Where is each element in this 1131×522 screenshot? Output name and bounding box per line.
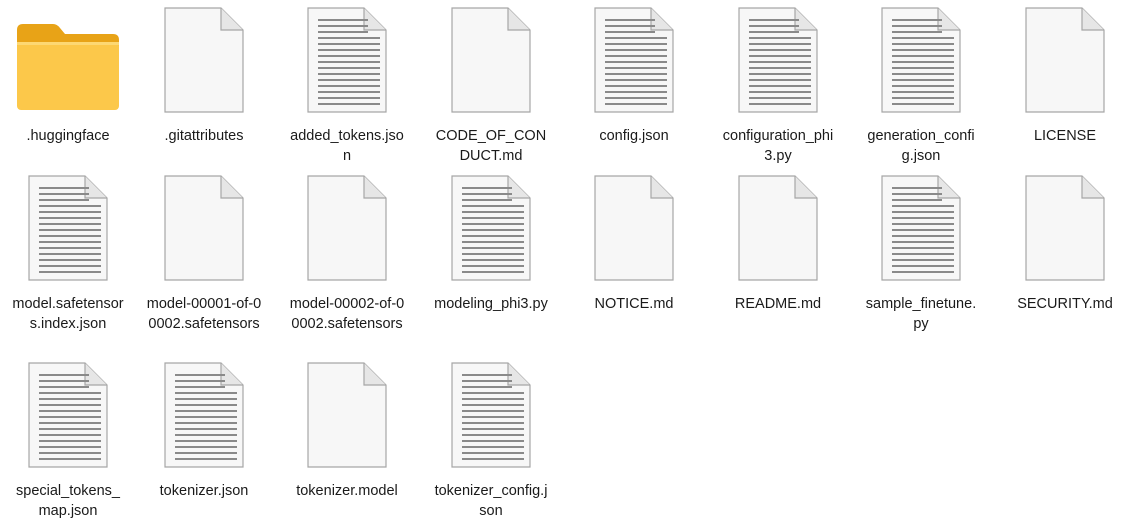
file-name-label: tokenizer.json [159,483,249,499]
text-file-icon [737,6,819,119]
folder-icon [15,16,121,115]
blank-file-icon [450,6,532,119]
text-file-icon [450,174,532,287]
file-name-label: .huggingface [26,128,110,144]
file-name-label: SECURITY.md [1017,296,1113,312]
file-name-label: config.json [599,128,669,144]
file-name-label: added_tokens.json [290,128,404,164]
text-file-icon [27,361,109,474]
file-name-label: model-00002-of-00002.safetensors [289,296,405,332]
blank-file-icon [1024,174,1106,287]
file-name-label: special_tokens_map.json [16,483,120,519]
file-name-label: model-00001-of-00002.safetensors [146,296,262,332]
file-name-label: modeling_phi3.py [434,296,548,312]
text-file-icon [880,174,962,287]
file-name-label: configuration_phi3.py [722,128,834,164]
file-name-label: tokenizer.model [296,483,398,499]
file-name-label: LICENSE [1033,128,1097,144]
file-name-label: sample_finetune.py [865,296,977,332]
file-name-label: model.safetensors.index.json [12,296,124,332]
text-file-icon [450,361,532,474]
file-name-label: README.md [734,296,822,312]
text-file-icon [27,174,109,287]
blank-file-icon [163,174,245,287]
blank-file-icon [306,361,388,474]
file-name-label: generation_config.json [867,128,975,164]
blank-file-icon [1024,6,1106,119]
file-name-label: CODE_OF_CONDUCT.md [435,128,547,164]
blank-file-icon [737,174,819,287]
blank-file-icon [593,174,675,287]
blank-file-icon [163,6,245,119]
blank-file-icon [306,174,388,287]
file-name-label: .gitattributes [164,128,244,144]
text-file-icon [593,6,675,119]
text-file-icon [880,6,962,119]
text-file-icon [163,361,245,474]
file-name-label: tokenizer_config.json [434,483,548,519]
file-icon-grid: .huggingface .gitattributes added_tokens… [0,0,1131,522]
text-file-icon [306,6,388,119]
file-name-label: NOTICE.md [594,296,674,312]
